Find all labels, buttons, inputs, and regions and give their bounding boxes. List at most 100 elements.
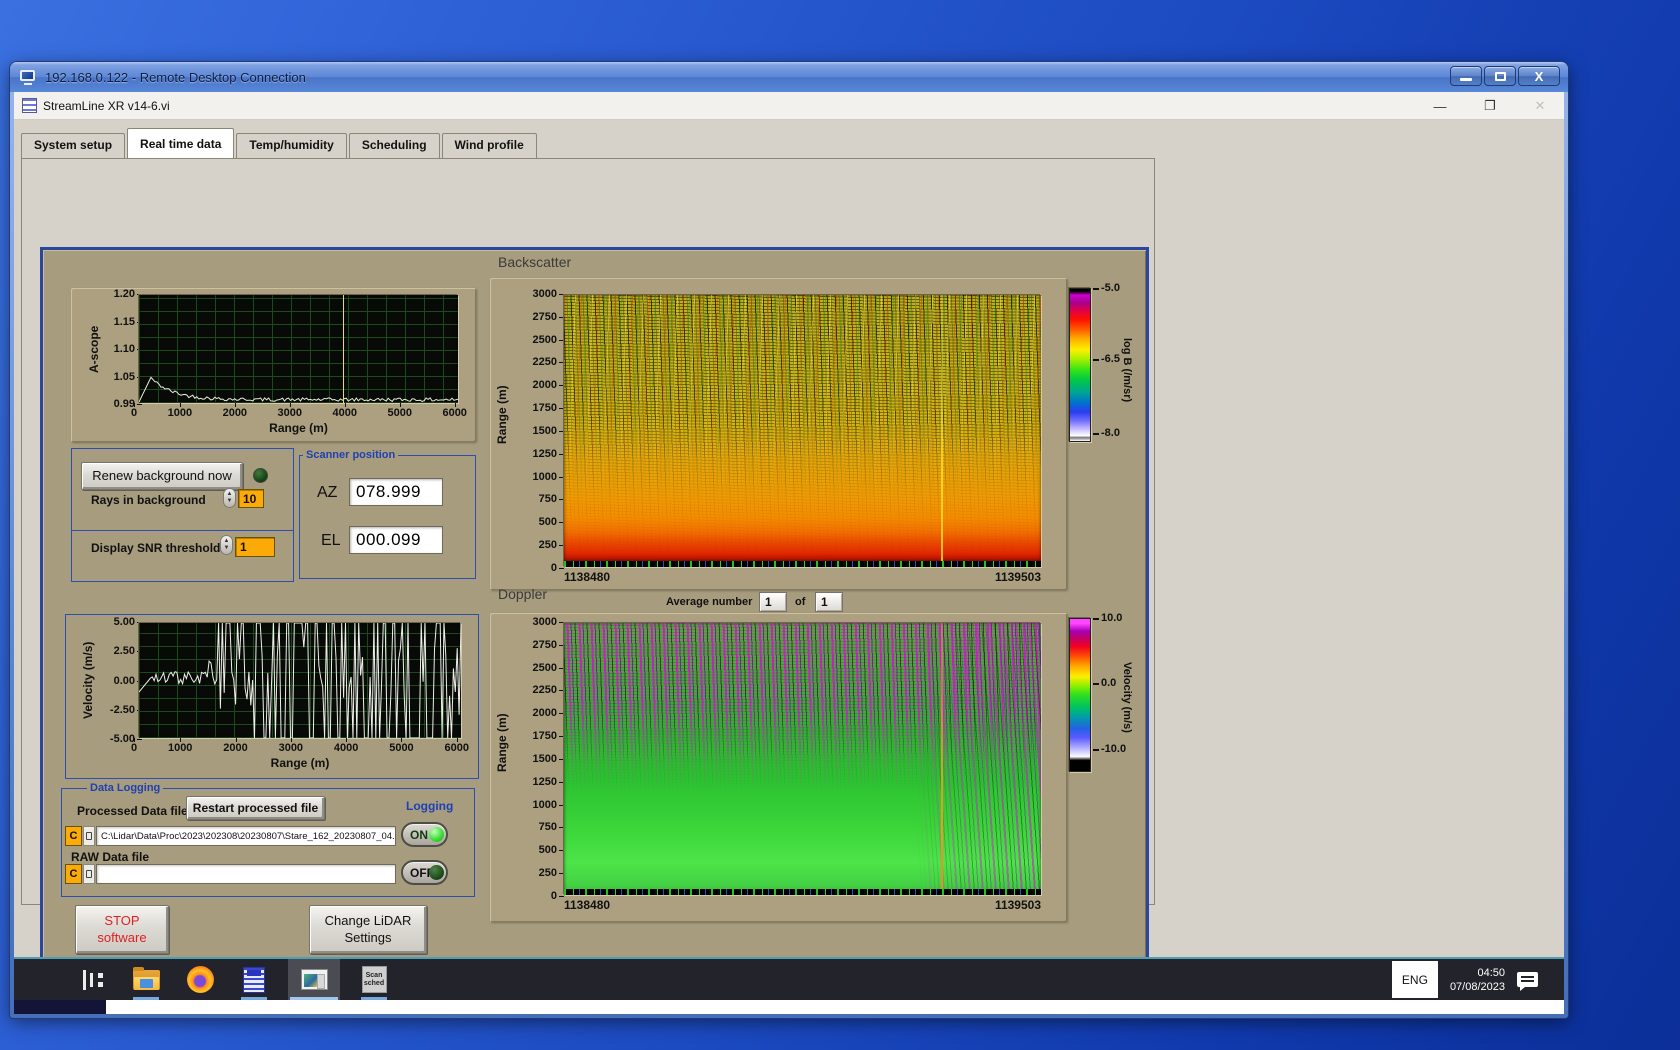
- rdp-window: 192.168.0.122 - Remote Desktop Connectio…: [10, 62, 1568, 1018]
- processed-path-field[interactable]: C:\Lidar\Data\Proc\2023\202308\20230807\…: [96, 826, 396, 846]
- scanner-position-box: [299, 455, 476, 579]
- on-label: ON: [410, 827, 428, 842]
- processed-drive-selector[interactable]: C: [65, 826, 82, 846]
- az-value[interactable]: 078.999: [349, 478, 443, 506]
- raw-file-icon[interactable]: [83, 864, 95, 884]
- average-total-value[interactable]: 1: [815, 592, 843, 612]
- rdp-window-controls: X: [1450, 66, 1560, 86]
- velocity-yticks: 5.00 2.50 0.00 -2.50 -5.00: [109, 616, 143, 745]
- snr-threshold-label: Display SNR threshold: [91, 541, 221, 555]
- rdp-titlebar[interactable]: 192.168.0.122 - Remote Desktop Connectio…: [10, 62, 1568, 92]
- rdp-client-area: StreamLine XR v14-6.vi — ❐ ✕ System setu…: [14, 92, 1564, 1014]
- instrument-panel: A-scope 1.20 1.15 1.10 1.05 0.99 0 1000 2000 30…: [40, 247, 1149, 961]
- tab-wind-profile[interactable]: Wind profile: [441, 133, 537, 158]
- backscatter-yticks: 3000 2750 2500 2250 2000 1750 1500 1250 1000 750 5…: [532, 288, 565, 574]
- velocity-trace: [139, 623, 461, 738]
- raw-data-file-label: RAW Data file: [71, 850, 150, 864]
- clock[interactable]: 04:50 07/08/2023: [1450, 966, 1505, 994]
- raw-drive-selector[interactable]: C: [65, 864, 82, 884]
- taskbar-tray: ENG 04:50 07/08/2023: [1391, 959, 1564, 1000]
- language-indicator[interactable]: ENG: [1391, 961, 1438, 998]
- rays-in-background-label: Rays in background: [91, 493, 206, 507]
- velocity-ylabel: Velocity (m/s): [81, 641, 95, 720]
- backscatter-noise2: [564, 295, 1041, 567]
- stop-line1: STOP: [104, 913, 140, 929]
- rays-spinner[interactable]: ▲ ▼: [223, 488, 236, 508]
- labview-doc-icon: [243, 966, 265, 993]
- doppler-ylabel: Range (m): [495, 713, 509, 773]
- average-number-value[interactable]: 1: [759, 592, 787, 612]
- az-label: AZ: [317, 484, 338, 501]
- doppler-event-line: [940, 623, 943, 895]
- task-view-button[interactable]: [72, 959, 112, 1000]
- ascope-cursor[interactable]: [343, 295, 345, 403]
- minimize-icon: [1460, 78, 1472, 81]
- change-lidar-settings-button[interactable]: Change LiDAR Settings: [309, 905, 427, 954]
- labview-app-button[interactable]: [234, 959, 274, 1000]
- backscatter-xrange: 1138480 1139503: [564, 570, 1041, 584]
- rays-value[interactable]: 10: [238, 489, 264, 508]
- desktop: { "rdp": { "title": "192.168.0.122 - Rem…: [0, 0, 1680, 1050]
- change-line1: Change LiDAR: [324, 913, 412, 929]
- velocity-xlabel: Range (m): [270, 756, 330, 770]
- tab-temp-humidity[interactable]: Temp/humidity: [236, 133, 347, 158]
- velocity-plot: [139, 623, 461, 738]
- ascope-yticks: 1.20 1.15 1.10 1.05 0.99: [113, 288, 143, 410]
- ascope-xticks: 0 1000 2000 3000 4000 5000 6000: [131, 403, 467, 419]
- clock-time: 04:50: [1477, 966, 1505, 979]
- velocity-xticks: 0 1000 2000 3000 4000 5000 6000: [131, 738, 469, 754]
- on-led-icon: [429, 827, 444, 842]
- firefox-icon: [186, 966, 214, 993]
- app-window-controls: — ❐ ✕: [1430, 92, 1550, 120]
- backscatter-x-start: 1138480: [564, 570, 611, 584]
- rdp-icon: [20, 69, 38, 85]
- doppler-x-start: 1138480: [564, 898, 611, 912]
- tab-system-setup[interactable]: System setup: [21, 133, 126, 158]
- processed-file-icon[interactable]: [83, 826, 95, 846]
- maximize-button[interactable]: [1484, 66, 1516, 86]
- snr-value[interactable]: 1: [235, 537, 275, 557]
- firefox-button[interactable]: [180, 959, 220, 1000]
- backscatter-ylabel: Range (m): [495, 385, 509, 445]
- doppler-xrange: 1138480 1139503: [564, 898, 1041, 912]
- close-button[interactable]: X: [1518, 66, 1560, 86]
- app-titlebar[interactable]: StreamLine XR v14-6.vi — ❐ ✕: [14, 92, 1564, 120]
- doppler-x-end: 1139503: [994, 898, 1041, 912]
- app-restore-button[interactable]: ❐: [1480, 98, 1500, 114]
- close-icon: X: [1534, 68, 1544, 84]
- tab-real-time-data[interactable]: Real time data: [127, 128, 235, 158]
- backscatter-colorbar: [1069, 288, 1091, 442]
- doppler-heatmap: [564, 623, 1041, 895]
- ascope-plot: [139, 295, 458, 403]
- doppler-title: Doppler: [498, 586, 548, 602]
- doppler-noise-right: [916, 623, 1041, 895]
- average-number-label: Average number: [666, 596, 753, 608]
- el-value[interactable]: 000.099: [349, 526, 443, 554]
- data-logging-title: Data Logging: [87, 782, 164, 794]
- renew-background-button[interactable]: Renew background now: [81, 462, 243, 490]
- stop-line2: software: [97, 929, 147, 945]
- tab-page: A-scope 1.20 1.15 1.10 1.05 0.99 0 1000 2000 30…: [21, 158, 1155, 961]
- scan-scheduler-button[interactable]: Scan sched: [354, 959, 394, 1000]
- restart-processed-file-button[interactable]: Restart processed file: [186, 796, 325, 820]
- app-minimize-button[interactable]: —: [1430, 99, 1450, 114]
- minimize-button[interactable]: [1450, 66, 1482, 86]
- rdp-title: 192.168.0.122 - Remote Desktop Connectio…: [45, 69, 306, 85]
- processed-logging-toggle[interactable]: ON: [401, 822, 448, 847]
- backscatter-colorbar-label: log B (/m/sr): [1121, 337, 1133, 403]
- file-explorer-button[interactable]: [126, 959, 166, 1000]
- app-close-button[interactable]: ✕: [1530, 98, 1550, 114]
- snr-spinner[interactable]: ▲ ▼: [220, 535, 233, 555]
- raw-logging-toggle[interactable]: OFF: [401, 860, 448, 885]
- backscatter-zero-strip: [564, 561, 1041, 567]
- file-explorer-icon: [132, 966, 160, 990]
- raw-path-field[interactable]: [96, 864, 396, 884]
- backscatter-event-line: [940, 295, 943, 567]
- tab-scheduling[interactable]: Scheduling: [348, 133, 440, 158]
- streamline-app-button[interactable]: [288, 959, 340, 1000]
- stop-software-button[interactable]: STOP software: [75, 905, 169, 954]
- change-line2: Settings: [344, 929, 392, 945]
- notification-center-icon[interactable]: [1517, 972, 1538, 991]
- renew-background-led: [253, 468, 268, 483]
- backscatter-heatmap: [564, 295, 1041, 567]
